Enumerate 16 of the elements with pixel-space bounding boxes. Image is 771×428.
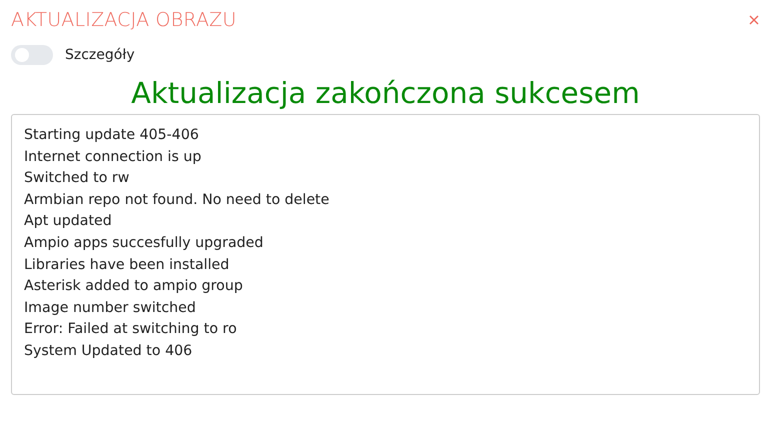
log-line: Internet connection is up: [24, 148, 202, 167]
log-line: Starting update 405-406: [24, 126, 200, 145]
log-line: Error: Failed at switching to ro: [24, 320, 238, 340]
details-toggle[interactable]: [11, 45, 53, 65]
log-line: Armbian repo not found. No need to delete: [24, 190, 330, 210]
toggle-label: Szczegóły: [65, 47, 135, 63]
log-line: Libraries have been installed: [24, 256, 230, 275]
log-line: System Updated to 406: [24, 342, 194, 361]
log-line: Switched to rw: [24, 169, 130, 188]
dialog-title: AKTUALIZACJA OBRAZU: [11, 9, 236, 31]
log-line: Asterisk added to ampio group: [24, 277, 244, 296]
log-line: Apt updated: [24, 212, 113, 232]
close-icon[interactable]: [749, 15, 759, 25]
log-line: Ampio apps succesfully upgraded: [24, 234, 264, 253]
status-heading: Aktualizacja zakończona sukcesem: [130, 75, 641, 112]
log-line: Image number switched: [24, 298, 197, 318]
